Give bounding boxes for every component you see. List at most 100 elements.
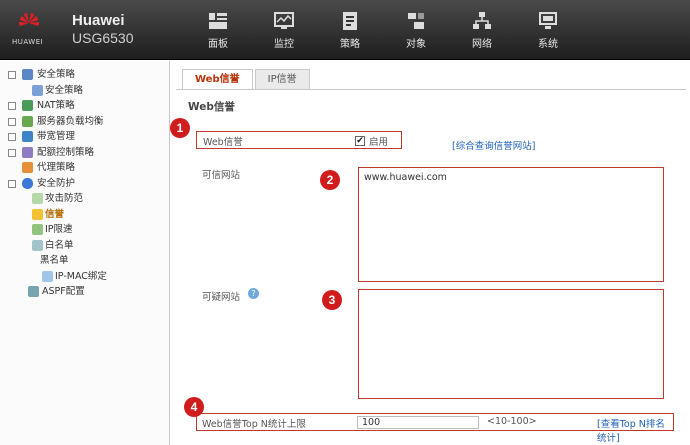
nav-label: 系统: [538, 38, 558, 50]
collapse-icon[interactable]: [8, 71, 16, 79]
sidebar-item-server-load-balance[interactable]: 服务器负载均衡: [0, 114, 169, 130]
whitelist-icon: [32, 239, 43, 251]
web-reputation-label: Web信誉: [203, 137, 243, 148]
object-icon: [408, 12, 424, 29]
trusted-sites-textarea[interactable]: www.huawei.com: [358, 167, 664, 282]
sidebar-item-ip-mac[interactable]: IP-MAC绑定: [0, 269, 169, 285]
expand-icon[interactable]: [8, 148, 16, 157]
sidebar-item-label: 代理策略: [37, 162, 76, 173]
ip-limit-icon: [32, 224, 43, 235]
ip-mac-icon: [42, 270, 53, 282]
nav-label: 面板: [208, 38, 228, 50]
sidebar-item-label: IP限速: [45, 224, 73, 235]
top-header: HUAWEI Huawei USG6530 面板 监控 策略 对象 网络 系统: [0, 0, 690, 60]
sidebar-item-label: 安全防护: [37, 177, 76, 189]
brand-name: Huawei: [72, 12, 125, 29]
sidebar-item-label: 服务器负载均衡: [37, 115, 104, 127]
system-icon: [539, 11, 557, 29]
nav-label: 监控: [274, 38, 294, 50]
sidebar-item-ip-limit[interactable]: IP限速: [0, 222, 169, 238]
sidebar-item-security-policy-leaf[interactable]: 安全策略: [0, 83, 169, 99]
aspf-icon: [28, 286, 39, 297]
sidebar-item-label: 配额控制策略: [37, 146, 95, 158]
logo-text: HUAWEI: [12, 38, 44, 46]
sidebar-item-label: NAT策略: [37, 100, 75, 111]
expand-icon[interactable]: [8, 117, 16, 126]
sidebar-item-security-policy[interactable]: 安全策略: [0, 67, 169, 83]
sidebar-item-label: 信誉: [45, 208, 65, 220]
tab-ip-reputation[interactable]: IP信誉: [254, 69, 310, 89]
callout-marker-4: 4: [184, 397, 204, 417]
sidebar-item-label: 带宽管理: [37, 131, 76, 142]
enable-label: 启用: [369, 137, 389, 148]
nav-label: 网络: [472, 38, 492, 50]
server-load-balance-icon: [22, 115, 33, 127]
query-reputation-link[interactable]: [综合查询信誉网站]: [452, 138, 535, 152]
trusted-sites-label: 可信网站: [202, 170, 241, 181]
suspicious-sites-label: 可疑网站: [202, 292, 241, 303]
view-topn-link[interactable]: [查看Top N排名统计]: [597, 416, 673, 444]
help-icon[interactable]: ?: [248, 288, 259, 299]
sidebar-item-label: 白名单: [45, 239, 74, 251]
sidebar-item-proxy[interactable]: 代理策略: [0, 160, 169, 176]
topn-range: <10-100>: [487, 416, 537, 427]
brand: HUAWEI Huawei USG6530: [10, 10, 160, 52]
tab-divider: [176, 89, 686, 90]
section-title: Web信誉: [188, 101, 235, 113]
sidebar-item-attack-defense[interactable]: 攻击防范: [0, 191, 169, 207]
sidebar-item-label: IP-MAC绑定: [55, 270, 107, 282]
proxy-icon: [22, 162, 33, 173]
sidebar-item-quota[interactable]: 配额控制策略: [0, 145, 169, 161]
sidebar-item-whitelist[interactable]: 白名单: [0, 238, 169, 254]
quota-icon: [22, 146, 33, 158]
tab-bar: Web信誉 IP信誉: [182, 69, 312, 89]
brand-model: USG6530: [72, 30, 134, 46]
collapse-icon[interactable]: [8, 179, 16, 188]
sidebar-item-label: 攻击防范: [45, 193, 84, 204]
sidebar-item-nat-policy[interactable]: NAT策略: [0, 98, 169, 114]
nav-network[interactable]: 网络: [449, 0, 515, 60]
monitor-icon: [274, 11, 294, 29]
sidebar-item-label: 黑名单: [40, 255, 69, 266]
main-content: Web信誉 IP信誉 Web信誉 Web信誉 ✔ 启用 [综合查询信誉网站] 可…: [170, 61, 690, 445]
expand-icon[interactable]: [8, 133, 16, 141]
security-policy-leaf-icon: [32, 84, 43, 96]
topn-input[interactable]: [357, 416, 479, 429]
security-policy-icon: [22, 69, 33, 80]
web-reputation-row: Web信誉 ✔ 启用: [196, 131, 402, 149]
nav-system[interactable]: 系统: [515, 0, 581, 60]
tab-web-reputation[interactable]: Web信誉: [182, 69, 253, 89]
nav-object[interactable]: 对象: [383, 0, 449, 60]
callout-marker-2: 2: [320, 170, 340, 190]
nav-label: 对象: [406, 38, 426, 50]
sidebar-item-label: 安全策略: [45, 84, 84, 96]
nav-monitor[interactable]: 监控: [251, 0, 317, 60]
bandwidth-icon: [22, 131, 33, 142]
topn-label: Web信誉Top N统计上限: [202, 419, 306, 430]
topn-row: Web信誉Top N统计上限 <10-100> [查看Top N排名统计]: [196, 413, 674, 444]
huawei-logo-icon: [19, 13, 39, 26]
sidebar-item-blacklist[interactable]: 黑名单: [0, 253, 169, 269]
sidebar-item-bandwidth[interactable]: 带宽管理: [0, 129, 169, 145]
sidebar-item-label: ASPF配置: [42, 286, 85, 297]
sidebar-item-security-protection[interactable]: 安全防护: [0, 176, 169, 192]
dashboard-icon: [209, 12, 227, 29]
sidebar-item-aspf[interactable]: ASPF配置: [0, 284, 169, 300]
nat-policy-icon: [22, 100, 33, 111]
main-nav: 面板 监控 策略 对象 网络 系统: [185, 0, 581, 60]
enable-checkbox[interactable]: ✔: [355, 136, 365, 146]
callout-marker-3: 3: [322, 290, 342, 310]
expand-icon[interactable]: [8, 102, 16, 110]
policy-icon: [343, 11, 357, 30]
attack-defense-icon: [32, 193, 43, 204]
suspicious-sites-textarea[interactable]: [358, 289, 664, 399]
sidebar-item-reputation[interactable]: 信誉: [0, 207, 169, 223]
security-protection-icon: [22, 177, 33, 189]
nav-dashboard[interactable]: 面板: [185, 0, 251, 60]
nav-label: 策略: [340, 38, 360, 50]
nav-policy[interactable]: 策略: [317, 0, 383, 60]
callout-marker-1: 1: [170, 118, 190, 138]
network-icon: [473, 11, 491, 29]
sidebar-item-label: 安全策略: [37, 69, 76, 80]
sidebar-tree: 安全策略 安全策略 NAT策略 服务器负载均衡 带宽管理 配额控制策略 代理策略…: [0, 61, 170, 445]
